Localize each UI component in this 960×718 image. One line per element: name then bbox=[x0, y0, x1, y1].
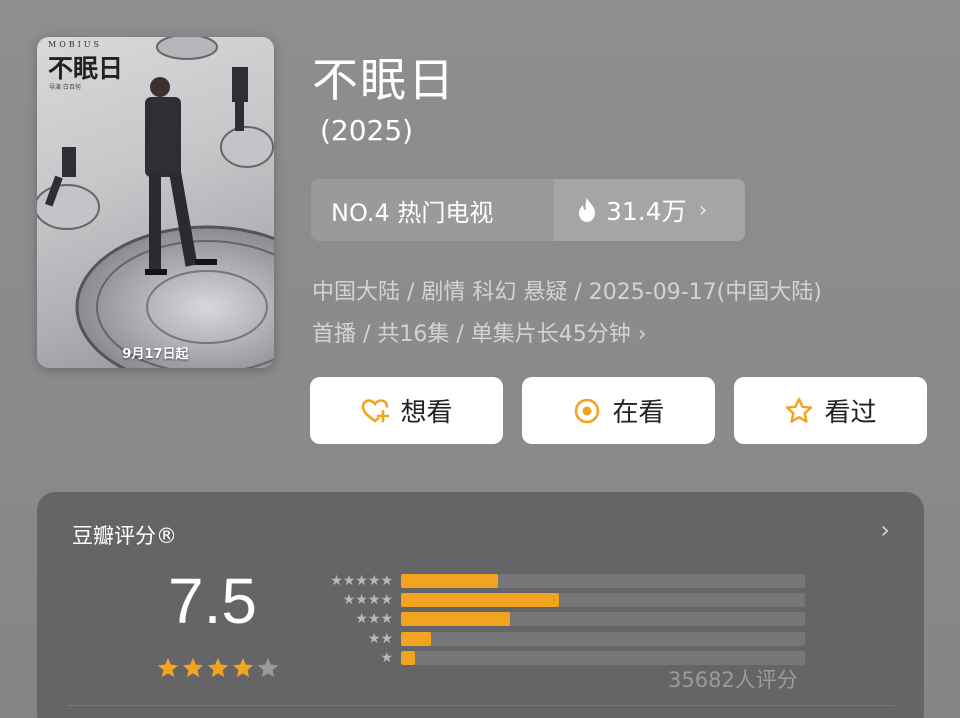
small-star-icon: ★ bbox=[367, 572, 381, 589]
watching-circle-icon bbox=[575, 398, 600, 423]
distribution-stars-3: ★ ★ ★ bbox=[305, 612, 393, 626]
star-filled-icon bbox=[233, 658, 253, 678]
poster-title-art: 不眠日 bbox=[48, 54, 124, 83]
small-star-icon: ★ bbox=[355, 572, 368, 589]
distribution-stars-5: ★ ★ ★ ★ ★ bbox=[305, 574, 393, 588]
meta-line-1: 中国大陆 / 剧情 科幻 悬疑 / 2025-09-17(中国大陆) bbox=[312, 280, 822, 305]
watching-button[interactable]: 在看 bbox=[522, 377, 715, 444]
meta-line-2-wrap[interactable]: 首播 / 共16集 / 单集片长45分钟 › bbox=[312, 314, 932, 356]
distribution-row-4-star: ★ ★ ★ ★ bbox=[305, 590, 805, 609]
meta-line-2: 首播 / 共16集 / 单集片长45分钟 bbox=[312, 322, 631, 347]
watching-label: 在看 bbox=[612, 398, 665, 428]
star-outline-icon bbox=[786, 397, 813, 423]
small-star-icon: ★ bbox=[367, 591, 381, 608]
chevron-right-icon: › bbox=[637, 322, 647, 347]
distribution-bar-track bbox=[401, 612, 805, 627]
show-meta[interactable]: 中国大陆 / 剧情 科幻 悬疑 / 2025-09-17(中国大陆) 首播 / … bbox=[312, 272, 932, 356]
chevron-right-icon: › bbox=[698, 197, 708, 223]
distribution-row-5-star: ★ ★ ★ ★ ★ bbox=[305, 571, 805, 590]
distribution-stars-4: ★ ★ ★ ★ bbox=[305, 593, 393, 607]
heat-value: 31.4万 bbox=[606, 197, 687, 226]
small-star-icon: ★ bbox=[342, 572, 356, 589]
page-title: 不眠日 bbox=[312, 53, 456, 107]
small-star-icon: ★ bbox=[355, 611, 368, 628]
star-filled-icon bbox=[158, 658, 178, 678]
flame-icon bbox=[579, 198, 595, 222]
watched-label: 看过 bbox=[824, 398, 877, 428]
distribution-bar-track bbox=[401, 631, 805, 646]
release-year: (2025) bbox=[320, 114, 414, 147]
distribution-bar-track bbox=[401, 650, 805, 665]
rating-count: 35682人评分 bbox=[668, 668, 798, 692]
star-empty-icon bbox=[258, 658, 278, 678]
want-to-watch-button[interactable]: 想看 bbox=[310, 377, 503, 444]
distribution-bar-track bbox=[401, 592, 805, 607]
small-star-icon: ★ bbox=[380, 611, 393, 628]
distribution-row-2-star: ★ ★ bbox=[305, 629, 805, 648]
small-star-icon: ★ bbox=[380, 591, 393, 608]
rating-title: 豆瓣评分® bbox=[72, 524, 177, 548]
star-filled-icon bbox=[208, 658, 228, 678]
small-star-icon: ★ bbox=[380, 630, 393, 647]
action-buttons: 想看 在看 看过 bbox=[310, 377, 927, 444]
poster-image[interactable]: MOBIUS 不眠日 导演 白百何 9月17日起 bbox=[37, 37, 274, 368]
distribution-row-3-star: ★ ★ ★ bbox=[305, 610, 805, 629]
small-star-icon: ★ bbox=[380, 649, 393, 666]
distribution-bar-1-star bbox=[401, 650, 416, 665]
distribution-bar-track bbox=[401, 573, 805, 588]
heart-plus-icon bbox=[362, 398, 390, 422]
small-star-icon: ★ bbox=[367, 611, 381, 628]
poster-date-badge: 9月17日起 bbox=[122, 347, 189, 362]
score-stars bbox=[156, 656, 280, 680]
divider bbox=[67, 705, 894, 706]
ranking-label[interactable]: NO.4 热门电视 bbox=[311, 179, 554, 241]
poster-credits: 导演 白百何 bbox=[49, 84, 81, 91]
distribution-stars-1: ★ bbox=[305, 651, 393, 665]
want-to-watch-label: 想看 bbox=[400, 398, 453, 428]
small-star-icon: ★ bbox=[330, 572, 343, 589]
watched-button[interactable]: 看过 bbox=[734, 377, 927, 444]
distribution-bar-2-star bbox=[401, 631, 432, 646]
star-filled-icon bbox=[183, 658, 203, 678]
rating-distribution: ★ ★ ★ ★ ★ ★ ★ ★ ★ ★ ★ ★ ★ ★ ★ bbox=[305, 571, 805, 667]
distribution-bar-4-star bbox=[401, 592, 559, 607]
distribution-stars-2: ★ ★ bbox=[305, 632, 393, 646]
ranking-pill[interactable]: NO.4 热门电视 31.4万 › bbox=[311, 179, 745, 241]
distribution-bar-3-star bbox=[401, 612, 511, 627]
small-star-icon: ★ bbox=[367, 630, 381, 647]
small-star-icon: ★ bbox=[355, 591, 368, 608]
rating-card[interactable]: 豆瓣评分® › 7.5 ★ ★ ★ ★ ★ ★ ★ ★ ★ ★ ★ ★ ★ ★ ★ 35682人评分 bbox=[37, 492, 924, 718]
chevron-right-icon[interactable]: › bbox=[880, 516, 890, 544]
small-star-icon: ★ bbox=[342, 591, 356, 608]
poster-brand-text: MOBIUS bbox=[48, 40, 103, 49]
heat-indicator[interactable]: 31.4万 › bbox=[554, 179, 745, 241]
small-star-icon: ★ bbox=[380, 572, 393, 589]
distribution-bar-5-star bbox=[401, 573, 498, 588]
rating-score: 7.5 bbox=[168, 565, 257, 637]
